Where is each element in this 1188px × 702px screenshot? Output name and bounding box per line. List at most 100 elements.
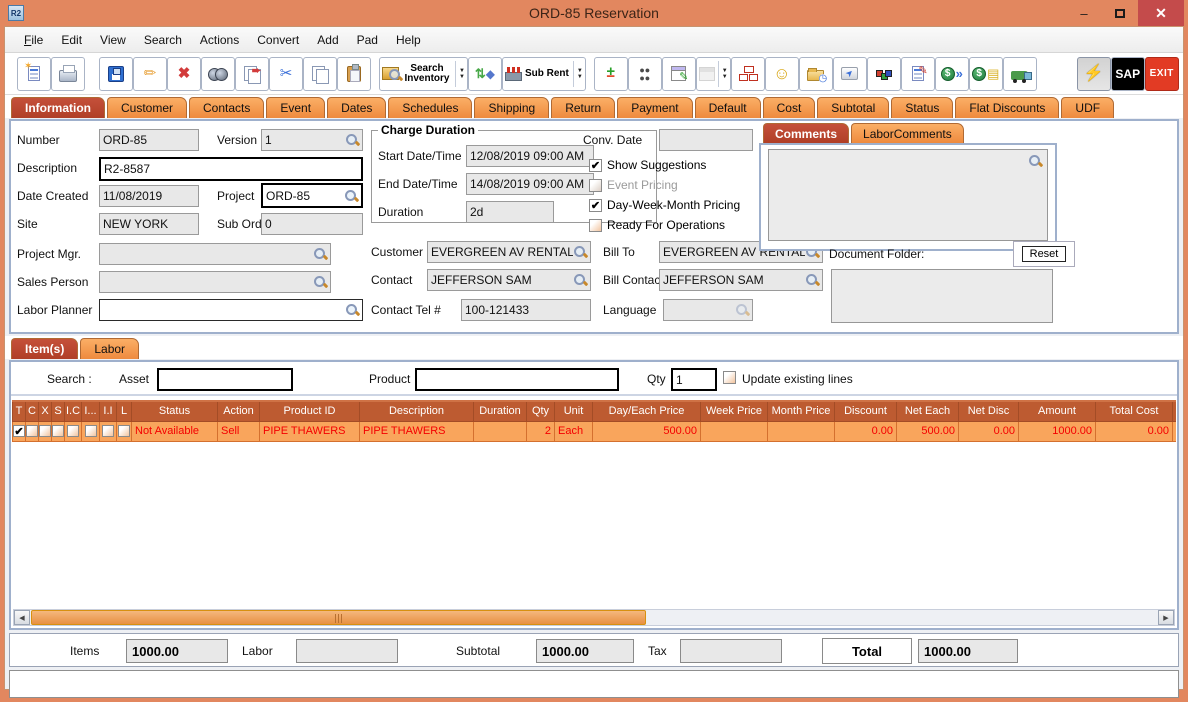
main-tab-dates[interactable]: Dates bbox=[327, 97, 387, 118]
transfer-button[interactable]: ⇅ ◆ bbox=[467, 56, 502, 91]
sub-rent-button[interactable]: Sub Rent ▼ ▼ bbox=[501, 56, 586, 91]
contact-tel-field[interactable]: 100-121433 bbox=[461, 299, 591, 321]
date-created-field[interactable]: 11/08/2019 bbox=[99, 185, 199, 207]
grid-col-description[interactable]: Description bbox=[359, 400, 474, 422]
grid-col-unit[interactable]: Unit bbox=[554, 400, 593, 422]
grid-col-amount[interactable]: Amount bbox=[1018, 400, 1096, 422]
number-field[interactable]: ORD-85 bbox=[99, 129, 199, 151]
main-tab-shipping[interactable]: Shipping bbox=[474, 97, 550, 118]
edit-document-button[interactable]: ✎ bbox=[900, 56, 935, 91]
delete-button[interactable]: ✖ bbox=[167, 56, 201, 91]
checkbox-event-pricing[interactable] bbox=[589, 178, 602, 192]
project-mgr-lookup-icon[interactable] bbox=[313, 247, 327, 261]
main-tab-schedules[interactable]: Schedules bbox=[388, 97, 473, 118]
dropdown-arrows-icon[interactable]: ▼ ▼ bbox=[455, 60, 465, 87]
save-button[interactable] bbox=[99, 56, 133, 91]
menu-search[interactable]: Search bbox=[135, 30, 191, 50]
invoice-forward-button[interactable]: $» bbox=[934, 56, 969, 91]
items-tab-labor[interactable]: Labor bbox=[80, 338, 140, 359]
delivery-truck-button[interactable] bbox=[1002, 56, 1037, 91]
customer-service-button[interactable]: ☺ bbox=[764, 56, 799, 91]
edit-button[interactable]: ✏ bbox=[133, 56, 167, 91]
sales-person-lookup-icon[interactable] bbox=[313, 275, 327, 289]
exit-button[interactable]: EXIT bbox=[1144, 56, 1179, 91]
scrollbar-thumb[interactable] bbox=[31, 610, 646, 625]
grid-row[interactable]: ✔ Not Available Sell PIPE THAWERS PIPE THAWE… bbox=[12, 421, 1176, 442]
search-inventory-button[interactable]: Search Inventory ▼ ▼ bbox=[379, 56, 468, 91]
project-field[interactable]: ORD-85 bbox=[261, 183, 363, 208]
quick-launch-button[interactable]: ⚡ bbox=[1076, 56, 1111, 91]
menu-pad[interactable]: Pad bbox=[348, 30, 387, 50]
row-checkbox[interactable] bbox=[84, 425, 97, 438]
shortcut-key-button[interactable] bbox=[832, 56, 867, 91]
grid-col-i[interactable]: I... bbox=[81, 400, 100, 422]
grid-col-x[interactable]: X bbox=[38, 400, 52, 422]
grid-col-product-id[interactable]: Product ID bbox=[259, 400, 360, 422]
menu-view[interactable]: View bbox=[91, 30, 135, 50]
sap-button[interactable]: SAP bbox=[1110, 56, 1145, 91]
resources-button[interactable]: ●● ●● bbox=[627, 56, 662, 91]
comments-tab-laborcomments[interactable]: LaborComments bbox=[851, 123, 964, 143]
checkbox-day-week-month-pricing[interactable]: ✔ bbox=[589, 198, 602, 212]
grid-col-discount[interactable]: Discount bbox=[834, 400, 897, 422]
grid-col-t[interactable]: T bbox=[12, 400, 26, 422]
main-tab-information[interactable]: Information bbox=[11, 97, 105, 118]
new-order-button[interactable]: ✶ bbox=[17, 56, 51, 91]
order-structure-button[interactable] bbox=[730, 56, 765, 91]
menu-file[interactable]: File bbox=[15, 30, 52, 50]
grid-col-action[interactable]: Action bbox=[217, 400, 260, 422]
checkbox-ready-for-operations[interactable] bbox=[589, 218, 602, 232]
scroll-left-button[interactable]: ◀ bbox=[14, 610, 30, 625]
menu-help[interactable]: Help bbox=[387, 30, 430, 50]
grid-col-net-disc[interactable]: Net Disc bbox=[958, 400, 1019, 422]
language-field[interactable] bbox=[663, 299, 753, 321]
comments-lookup-icon[interactable] bbox=[1028, 154, 1042, 168]
bill-contact-field[interactable]: JEFFERSON SAM bbox=[659, 269, 823, 291]
customer-field[interactable]: EVERGREEN AV RENTALS bbox=[427, 241, 591, 263]
end-datetime-field[interactable]: 14/08/2019 09:00 AM bbox=[466, 173, 594, 195]
version-lookup-icon[interactable] bbox=[345, 133, 359, 147]
main-tab-contacts[interactable]: Contacts bbox=[189, 97, 265, 118]
calendar-button[interactable]: ▼ ▼ bbox=[695, 56, 731, 91]
grid-col-total-cost[interactable]: Total Cost bbox=[1095, 400, 1173, 422]
grid-col-net-each[interactable]: Net Each bbox=[896, 400, 959, 422]
scroll-right-button[interactable]: ▶ bbox=[1158, 610, 1174, 625]
sub-orders-field[interactable]: 0 bbox=[261, 213, 363, 235]
grid-col-qty[interactable]: Qty bbox=[526, 400, 555, 422]
conv-date-field[interactable] bbox=[659, 129, 753, 151]
checkbox-show-suggestions[interactable]: ✔ bbox=[589, 158, 602, 172]
customer-lookup-icon[interactable] bbox=[573, 245, 587, 259]
add-remove-lines-button[interactable]: + − bbox=[593, 56, 628, 91]
print-button[interactable] bbox=[51, 56, 85, 91]
duration-field[interactable]: 2d bbox=[466, 201, 554, 223]
labor-planner-field[interactable] bbox=[99, 299, 363, 321]
bill-contact-lookup-icon[interactable] bbox=[805, 273, 819, 287]
grid-col-month-price[interactable]: Month Price bbox=[767, 400, 835, 422]
row-checkbox[interactable] bbox=[118, 425, 130, 438]
main-tab-default[interactable]: Default bbox=[694, 97, 761, 118]
start-datetime-field[interactable]: 12/08/2019 09:00 AM bbox=[466, 145, 594, 167]
site-field[interactable]: NEW YORK bbox=[99, 213, 199, 235]
product-input[interactable] bbox=[415, 368, 619, 391]
grid-col-i-i[interactable]: I.I bbox=[99, 400, 117, 422]
main-tab-cost[interactable]: Cost bbox=[762, 97, 816, 118]
version-field[interactable]: 1 bbox=[261, 129, 363, 151]
main-tab-udf[interactable]: UDF bbox=[1061, 97, 1115, 118]
project-mgr-field[interactable]: ▼ bbox=[99, 243, 331, 265]
reset-button[interactable]: Reset bbox=[1021, 246, 1067, 262]
menu-actions[interactable]: Actions bbox=[191, 30, 248, 50]
copy-order-button[interactable]: ➨ bbox=[235, 56, 269, 91]
language-lookup-icon[interactable] bbox=[735, 303, 749, 317]
row-checkbox[interactable] bbox=[39, 425, 51, 438]
row-checkbox[interactable] bbox=[102, 425, 114, 438]
description-field[interactable]: R2-8587 bbox=[99, 157, 363, 181]
comments-textarea[interactable] bbox=[768, 149, 1048, 241]
grid-col-c[interactable]: C bbox=[25, 400, 39, 422]
main-tab-subtotal[interactable]: Subtotal bbox=[817, 97, 890, 118]
grid-col-week-price[interactable]: Week Price bbox=[700, 400, 768, 422]
main-tab-event[interactable]: Event bbox=[266, 97, 326, 118]
row-checkbox[interactable]: ✔ bbox=[13, 425, 25, 438]
main-tab-flat-discounts[interactable]: Flat Discounts bbox=[955, 97, 1060, 118]
dropdown-arrows-icon[interactable]: ▼ ▼ bbox=[572, 60, 583, 87]
main-tab-status[interactable]: Status bbox=[891, 97, 954, 118]
